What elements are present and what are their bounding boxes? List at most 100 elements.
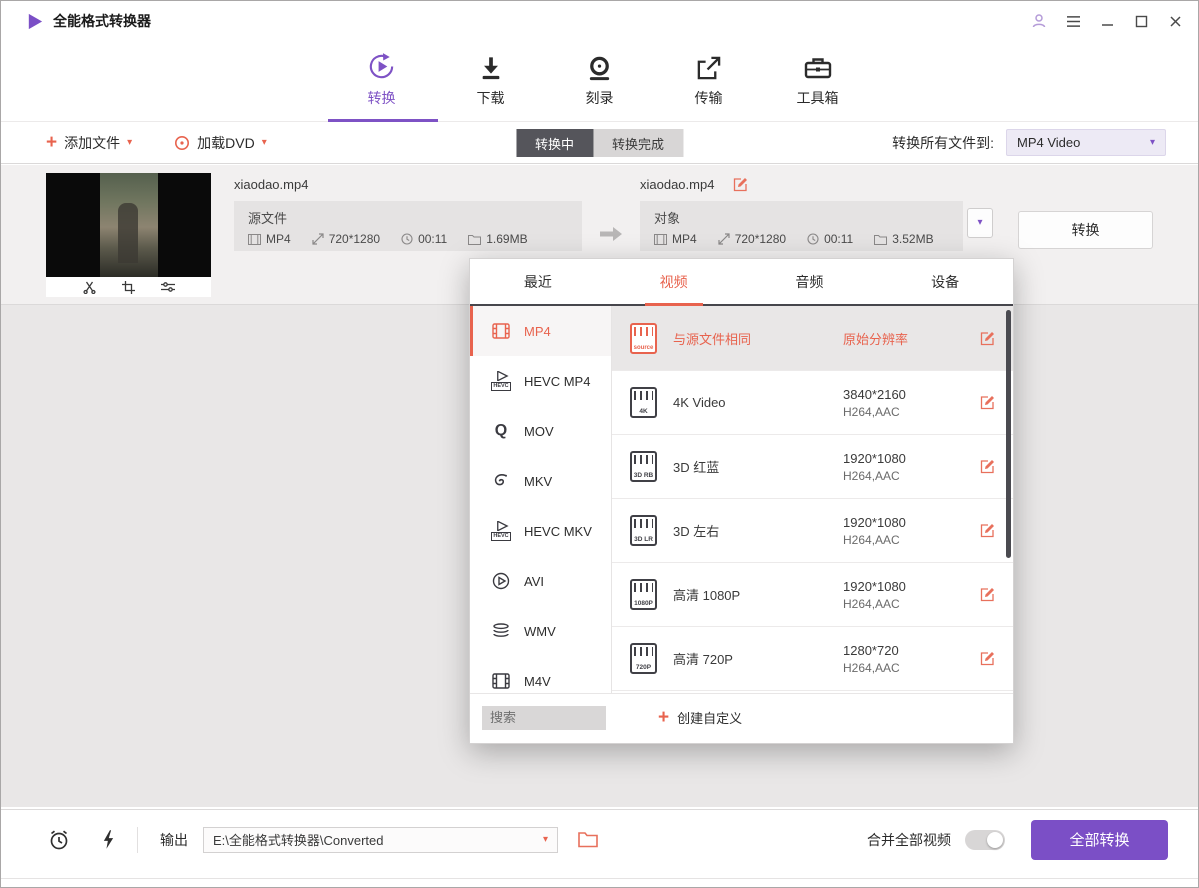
edit-preset-icon[interactable]: [980, 459, 995, 474]
convert-to-label: 转换所有文件到:: [892, 133, 994, 153]
merge-toggle[interactable]: [965, 830, 1005, 850]
scissors-icon: [83, 281, 96, 294]
edit-preset-icon[interactable]: [980, 523, 995, 538]
target-file-name: xiaodao.mp4: [640, 177, 714, 192]
popup-tab-video[interactable]: 视频: [606, 259, 742, 304]
nav-tab-transfer[interactable]: 传输: [669, 50, 748, 108]
m4v-film-icon: [491, 673, 511, 689]
folder-icon: [578, 831, 598, 848]
preset-name: 高清 1080P: [673, 585, 843, 604]
search-input[interactable]: [482, 706, 606, 730]
preset-resolution: 1920*1080: [843, 515, 970, 530]
preset-row-1080p[interactable]: 1080P 高清 1080P 1920*1080 H264,AAC: [612, 563, 1013, 627]
toolbox-icon: [803, 50, 833, 82]
3d-lr-preset-icon: 3D LR: [630, 515, 657, 546]
crop-button[interactable]: [122, 281, 135, 294]
format-list: MP4 HEVC HEVC MP4 Q MOV: [470, 306, 612, 693]
close-button[interactable]: [1166, 12, 1184, 30]
format-item-hevc-mkv[interactable]: HEVC HEVC MKV: [470, 506, 611, 556]
account-icon[interactable]: [1030, 12, 1048, 30]
effects-button[interactable]: [161, 281, 175, 293]
crop-icon: [122, 281, 135, 294]
edit-preset-icon[interactable]: [980, 587, 995, 602]
source-info-panel: 源文件 MP4 720*1280 00:11: [234, 201, 582, 251]
format-item-mp4[interactable]: MP4: [470, 306, 611, 356]
format-item-m4v[interactable]: M4V: [470, 656, 611, 693]
edit-preset-icon[interactable]: [980, 395, 995, 410]
quicktime-q-icon: Q: [491, 423, 511, 439]
format-label: MKV: [524, 474, 552, 489]
preset-row-same-as-source[interactable]: source 与源文件相同 原始分辨率: [612, 306, 1013, 371]
preset-codec: H264,AAC: [843, 469, 970, 483]
format-item-hevc-mp4[interactable]: HEVC HEVC MP4: [470, 356, 611, 406]
target-panel-label: 对象: [654, 208, 949, 227]
hevc-play-icon: HEVC: [491, 521, 511, 541]
download-icon: [478, 50, 504, 82]
footer: 输出 E:\全能格式转换器\Converted ▾ 合并全部视频 全部转换: [1, 809, 1198, 869]
popup-tab-device[interactable]: 设备: [877, 259, 1013, 304]
menu-icon[interactable]: [1064, 12, 1082, 30]
maximize-button[interactable]: [1132, 12, 1150, 30]
convert-all-button[interactable]: 全部转换: [1031, 820, 1168, 860]
preset-resolution: 3840*2160: [843, 387, 970, 402]
add-files-button[interactable]: + 添加文件 ▾: [46, 133, 132, 153]
thumbnail-block: [46, 173, 211, 304]
burn-disc-icon: [586, 50, 613, 82]
source-panel-label: 源文件: [248, 208, 568, 227]
popup-tab-audio[interactable]: 音频: [742, 259, 878, 304]
nav-tab-toolbox[interactable]: 工具箱: [778, 50, 857, 108]
format-item-mov[interactable]: Q MOV: [470, 406, 611, 456]
preset-row-4k[interactable]: 4K 4K Video 3840*2160 H264,AAC: [612, 371, 1013, 435]
popup-tab-recent[interactable]: 最近: [470, 259, 606, 304]
size-stat: 1.69MB: [468, 232, 527, 246]
output-path-select[interactable]: E:\全能格式转换器\Converted ▾: [203, 827, 558, 853]
preset-row-720p[interactable]: 720P 高清 720P 1280*720 H264,AAC: [612, 627, 1013, 691]
preset-dropdown-button[interactable]: ▾: [967, 208, 993, 238]
main-nav: 转换 下载: [1, 41, 1198, 122]
preset-codec: H264,AAC: [843, 533, 970, 547]
source-preset-icon: source: [630, 323, 657, 354]
rename-edit-icon[interactable]: [733, 177, 748, 192]
clock-icon: [401, 233, 413, 245]
lightning-icon: [102, 829, 115, 850]
preset-row-3d-leftright[interactable]: 3D LR 3D 左右 1920*1080 H264,AAC: [612, 499, 1013, 563]
convert-icon: [366, 50, 397, 82]
plus-icon: +: [46, 136, 57, 150]
preset-name: 高清 720P: [673, 649, 843, 668]
output-format-select[interactable]: MP4 Video ▾: [1006, 129, 1166, 156]
high-speed-button[interactable]: [102, 829, 115, 850]
nav-tab-download[interactable]: 下载: [451, 50, 530, 108]
format-item-avi[interactable]: AVI: [470, 556, 611, 606]
schedule-button[interactable]: [48, 829, 70, 851]
video-frame: [100, 173, 158, 277]
plus-icon: +: [658, 711, 669, 725]
toggle-knob: [987, 832, 1003, 848]
nav-tab-label: 工具箱: [797, 88, 839, 108]
duration-stat: 00:11: [807, 232, 853, 246]
open-folder-button[interactable]: [578, 831, 598, 848]
resolution-icon: [312, 233, 324, 245]
convert-button[interactable]: 转换: [1018, 211, 1153, 249]
resolution-icon: [718, 233, 730, 245]
format-item-mkv[interactable]: MKV: [470, 456, 611, 506]
tab-converting[interactable]: 转换中: [516, 129, 593, 157]
load-dvd-button[interactable]: 加载DVD ▾: [174, 133, 267, 153]
nav-tab-burn[interactable]: 刻录: [560, 50, 639, 108]
720p-preset-icon: 720P: [630, 643, 657, 674]
dvd-icon: [174, 135, 190, 151]
minimize-button[interactable]: [1098, 12, 1116, 30]
preset-row-3d-redblue[interactable]: 3D RB 3D 红蓝 1920*1080 H264,AAC: [612, 435, 1013, 499]
film-icon: [248, 234, 261, 245]
format-stat: MP4: [654, 232, 697, 246]
create-custom-button[interactable]: + 创建自定义: [658, 708, 742, 727]
preset-name: 3D 左右: [673, 521, 843, 540]
preset-name: 4K Video: [673, 395, 843, 410]
edit-preset-icon[interactable]: [980, 331, 995, 346]
edit-preset-icon[interactable]: [980, 651, 995, 666]
tab-converted[interactable]: 转换完成: [593, 129, 683, 157]
nav-tab-convert[interactable]: 转换: [342, 50, 421, 108]
format-item-wmv[interactable]: WMV: [470, 606, 611, 656]
preset-scrollbar[interactable]: [1006, 310, 1011, 558]
output-format-value: MP4 Video: [1017, 135, 1080, 150]
trim-button[interactable]: [83, 281, 96, 294]
